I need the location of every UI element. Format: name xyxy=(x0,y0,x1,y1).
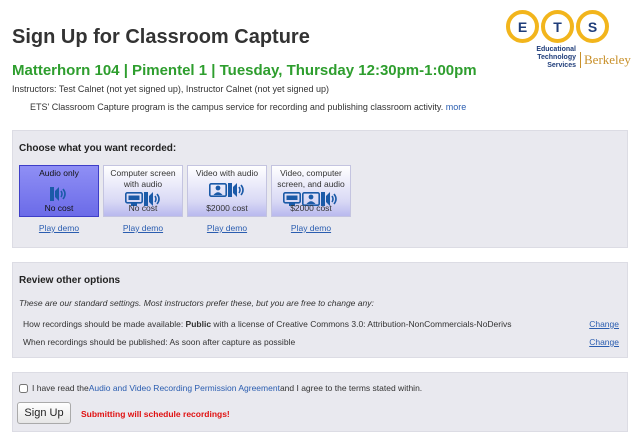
logo-berkeley: Berkeley xyxy=(580,52,631,68)
option-label: Audio only xyxy=(39,168,79,178)
speaker-icon xyxy=(50,187,66,201)
option-video-audio[interactable]: Video with audio $2000 cost Play demo xyxy=(187,165,267,233)
instructors-line: Instructors: Test Calnet (not yet signed… xyxy=(12,84,329,94)
review-options-panel: Review other options These are our stand… xyxy=(12,262,628,358)
option-card[interactable]: Video with audio $2000 cost xyxy=(187,165,267,217)
ets-logo: E T S Educational Technology Services Be… xyxy=(506,10,631,82)
play-demo-link[interactable]: Play demo xyxy=(187,223,267,233)
agreement-link[interactable]: Audio and Video Recording Permission Agr… xyxy=(89,383,280,393)
course-line: Matterhorn 104 | Pimentel 1 | Tuesday, T… xyxy=(12,62,477,79)
option-audio-only[interactable]: Audio only No cost Play demo xyxy=(19,165,99,233)
intro-text: ETS' Classroom Capture program is the ca… xyxy=(30,102,467,112)
recording-options-panel: Choose what you want recorded: Audio onl… xyxy=(12,130,628,248)
submit-warning: Submitting will schedule recordings! xyxy=(81,409,230,419)
option-card[interactable]: Audio only No cost xyxy=(19,165,99,217)
publish-value: As soon after capture as possible xyxy=(169,337,296,347)
option-cost: No cost xyxy=(128,203,158,213)
change-publish-link[interactable]: Change xyxy=(589,337,619,347)
option-label: Video, computer screen, and audio xyxy=(277,168,345,189)
more-link[interactable]: more xyxy=(446,102,467,112)
submit-panel: I have read the Audio and Video Recordin… xyxy=(12,372,628,432)
logo-subtitle: Educational Technology Services xyxy=(536,46,576,69)
option-cost: $2000 cost xyxy=(206,203,248,213)
play-demo-link[interactable]: Play demo xyxy=(103,223,183,233)
option-label: Computer screen with audio xyxy=(110,168,176,189)
publish-row: When recordings should be published: As … xyxy=(23,337,619,347)
availability-row: How recordings should be made available:… xyxy=(23,319,619,329)
option-label: Video with audio xyxy=(195,168,259,178)
agreement-checkbox[interactable] xyxy=(19,383,28,393)
camera-person-icon xyxy=(208,183,227,197)
option-card[interactable]: Video, computer screen, and audio $2000 … xyxy=(271,165,351,217)
recording-heading: Choose what you want recorded: xyxy=(19,143,177,154)
review-note: These are our standard settings. Most in… xyxy=(19,298,374,308)
review-heading: Review other options xyxy=(19,275,121,286)
recording-options: Audio only No cost Play demo Computer sc… xyxy=(19,165,351,233)
option-cost: $2000 cost xyxy=(290,203,332,213)
logo-letter: T xyxy=(541,10,574,43)
page-title: Sign Up for Classroom Capture xyxy=(12,26,310,48)
logo-letter: E xyxy=(506,10,539,43)
option-cost: No cost xyxy=(44,203,74,213)
option-screen-audio[interactable]: Computer screen with audio No cost Play … xyxy=(103,165,183,233)
speaker-icon xyxy=(227,183,244,197)
play-demo-link[interactable]: Play demo xyxy=(19,223,99,233)
change-availability-link[interactable]: Change xyxy=(589,319,619,329)
sign-up-button[interactable]: Sign Up xyxy=(17,402,71,424)
option-card[interactable]: Computer screen with audio No cost xyxy=(103,165,183,217)
logo-letter: S xyxy=(576,10,609,43)
availability-value: Public xyxy=(185,319,212,329)
agreement-row: I have read the Audio and Video Recordin… xyxy=(19,383,422,393)
option-video-screen-audio[interactable]: Video, computer screen, and audio $2000 … xyxy=(271,165,351,233)
play-demo-link[interactable]: Play demo xyxy=(271,223,351,233)
